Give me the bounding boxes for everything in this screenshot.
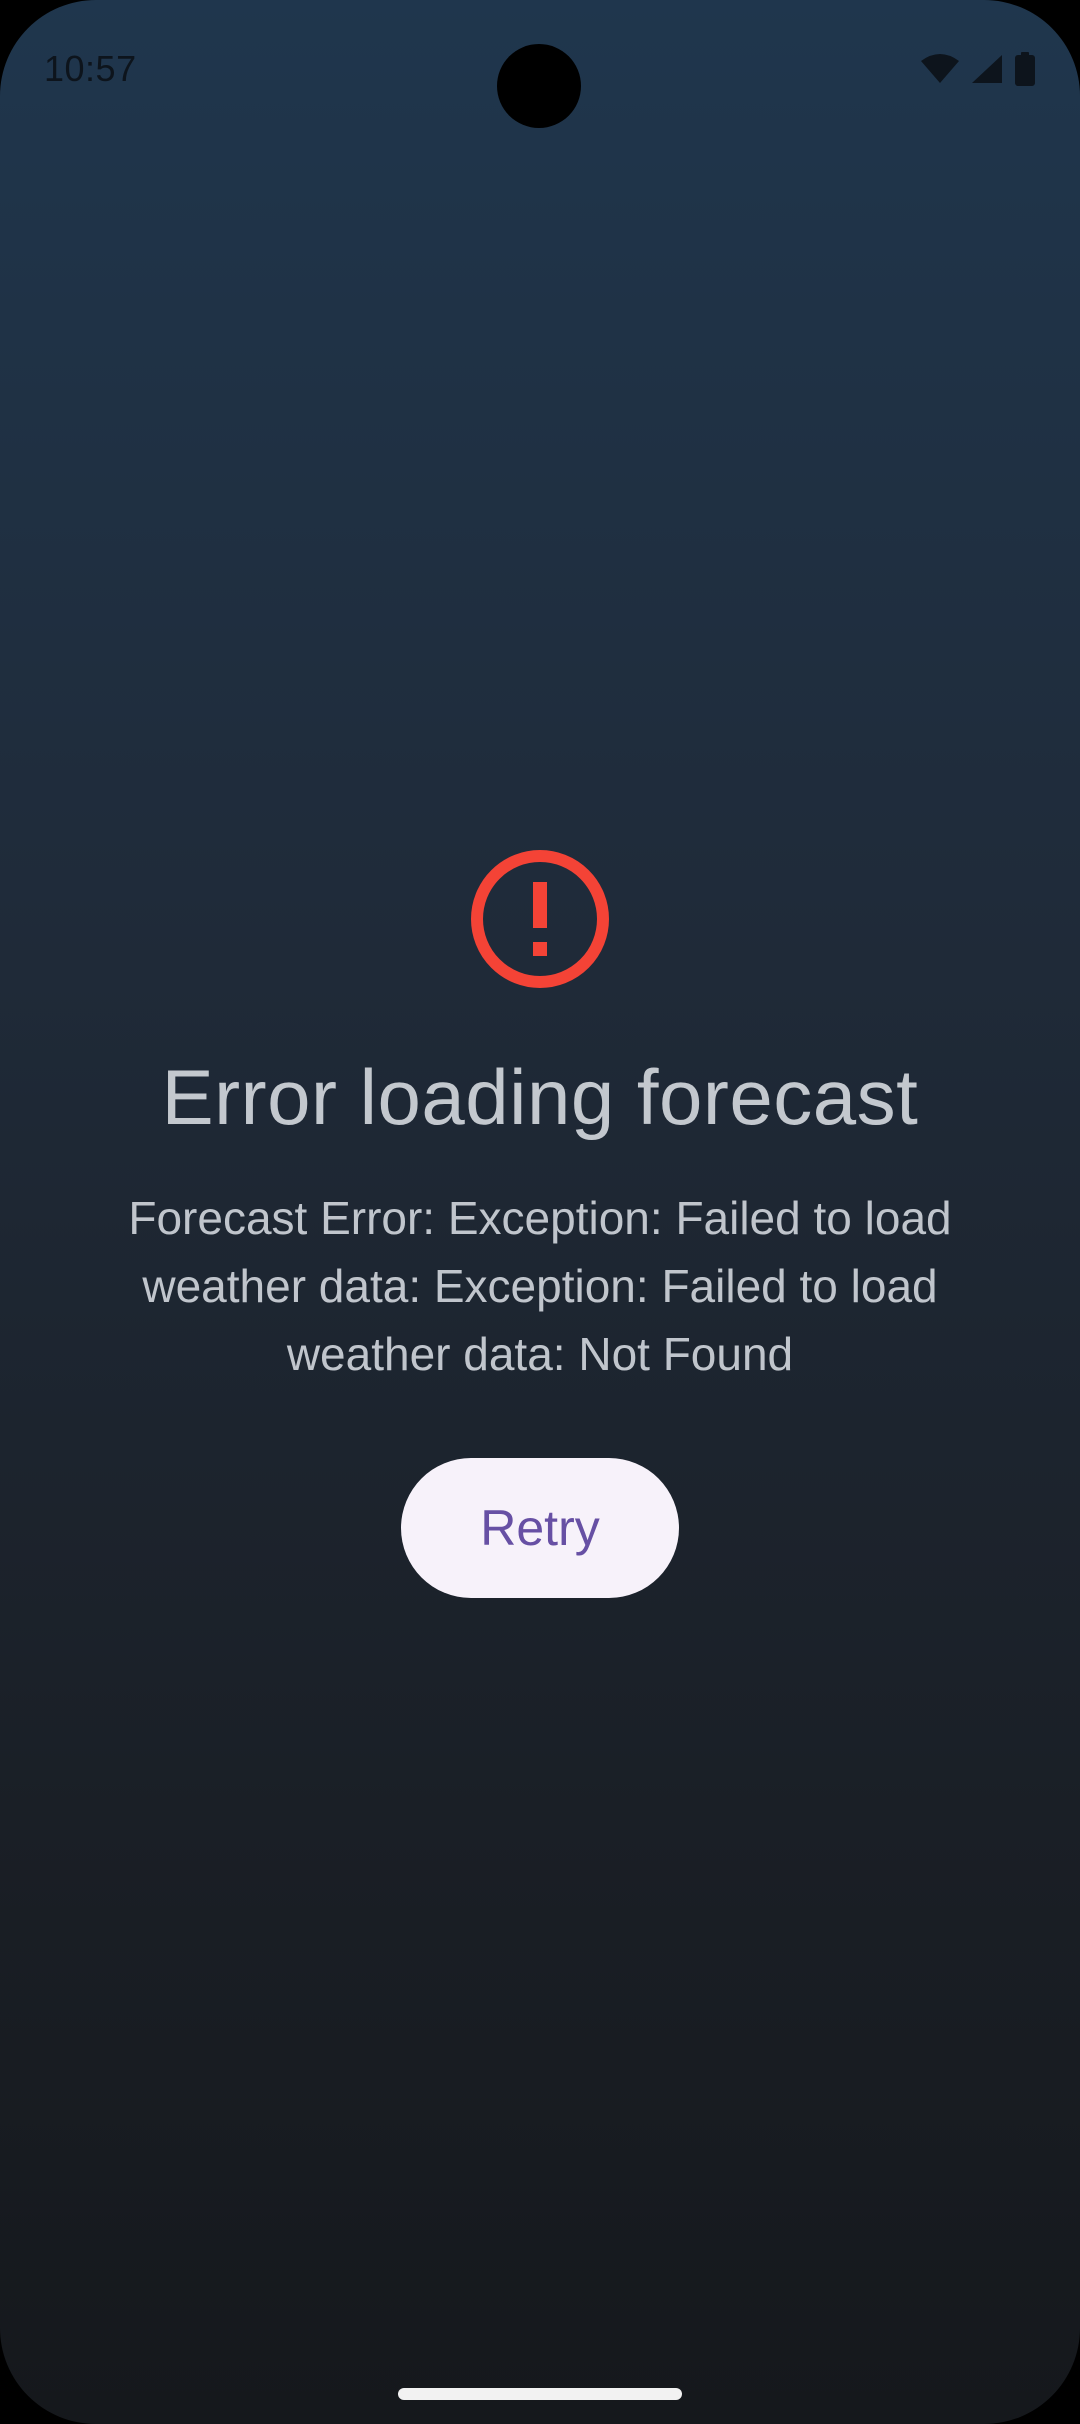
error-block: Error loading forecast Forecast Error: E…	[0, 848, 1080, 1598]
status-icons	[920, 52, 1036, 86]
error-title: Error loading forecast	[161, 1053, 919, 1141]
error-circle-icon	[469, 848, 611, 990]
error-message: Forecast Error: Exception: Failed to loa…	[128, 1192, 952, 1380]
camera-cutout	[497, 44, 581, 128]
status-bar: 10:57	[0, 0, 1080, 140]
status-time: 10:57	[44, 48, 137, 89]
app-screen: 10:57 Error loading forecast Forecast Er…	[0, 0, 1080, 2424]
retry-button[interactable]: Retry	[401, 1458, 679, 1598]
cellular-signal-icon	[970, 53, 1004, 85]
battery-icon	[1014, 52, 1036, 86]
home-indicator[interactable]	[398, 2388, 682, 2400]
wifi-icon	[920, 53, 960, 85]
